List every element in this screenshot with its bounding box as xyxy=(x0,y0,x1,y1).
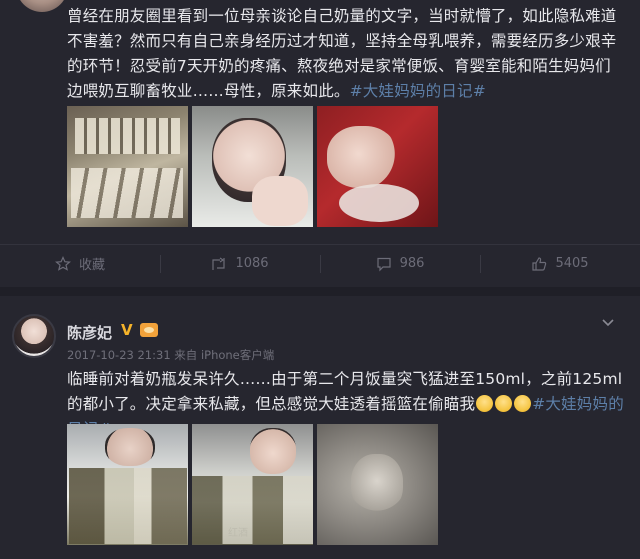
post-text: 曾经在朋友圈里看到一位母亲谈论自己奶量的文字，当时就懵了，如此隐私难道不害羞？然… xyxy=(67,4,624,104)
image-grid xyxy=(67,106,438,227)
hashtag-link[interactable]: #大娃妈妈的日记# xyxy=(350,82,486,100)
verified-badge: V xyxy=(121,321,133,339)
smile-emoji-icon xyxy=(514,395,532,412)
like-button[interactable]: 5405 xyxy=(480,245,640,282)
avatar[interactable] xyxy=(16,0,68,12)
smile-emoji-icon xyxy=(476,395,494,412)
post-body: 曾经在朋友圈里看到一位母亲谈论自己奶量的文字，当时就懵了，如此隐私难道不害羞？然… xyxy=(67,7,617,100)
post-image-1[interactable] xyxy=(67,106,188,227)
repost-icon xyxy=(212,257,226,270)
crown-badge-icon xyxy=(140,323,158,337)
comment-count: 986 xyxy=(399,256,425,271)
image-grid: 红酒 xyxy=(67,424,438,545)
avatar[interactable] xyxy=(12,314,56,358)
chevron-down-icon[interactable] xyxy=(600,314,616,330)
author-name[interactable]: 陈彦妃 xyxy=(67,322,112,343)
post-image-2[interactable]: 红酒 xyxy=(192,424,313,545)
like-icon xyxy=(532,256,547,271)
smile-emoji-icon xyxy=(495,395,513,412)
action-bar: 收藏 1086 986 5405 xyxy=(0,244,640,282)
favorite-label: 收藏 xyxy=(78,258,105,273)
repost-button[interactable]: 1086 xyxy=(160,245,320,282)
post-meta: 2017-10-23 21:31 来自 iPhone客户端 xyxy=(67,348,275,362)
post-image-2[interactable] xyxy=(192,106,313,227)
comment-icon xyxy=(376,257,391,271)
post-image-1[interactable] xyxy=(67,424,188,545)
comment-button[interactable]: 986 xyxy=(320,245,480,282)
post-card-2: 陈彦妃 V 2017-10-23 21:31 来自 iPhone客户端 临睡前对… xyxy=(0,296,640,559)
star-icon xyxy=(55,255,71,271)
post-image-3[interactable] xyxy=(317,424,438,545)
post-image-3[interactable] xyxy=(317,106,438,227)
image-caption: 红酒 xyxy=(228,528,248,539)
post-card-1: 曾经在朋友圈里看到一位母亲谈论自己奶量的文字，当时就懵了，如此隐私难道不害羞？然… xyxy=(0,0,640,287)
like-count: 5405 xyxy=(555,256,589,271)
favorite-button[interactable]: 收藏 xyxy=(0,245,160,282)
repost-count: 1086 xyxy=(235,256,269,271)
